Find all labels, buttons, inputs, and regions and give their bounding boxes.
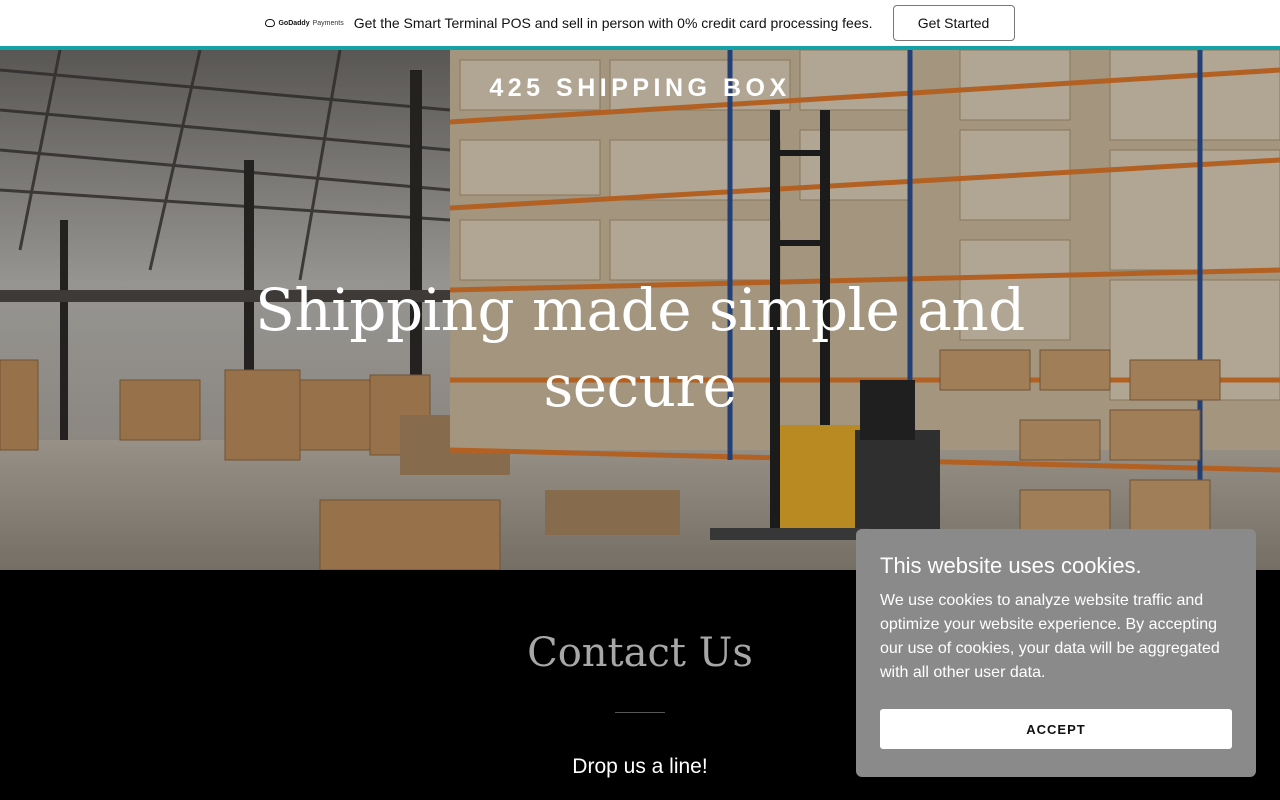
get-started-button[interactable]: Get Started [892,5,1015,41]
promo-text: Get the Smart Terminal POS and sell in p… [353,15,873,31]
accept-cookies-button[interactable]: ACCEPT [880,709,1232,749]
cookie-body: We use cookies to analyze website traffi… [880,592,1220,681]
godaddy-payments-logo: GoDaddy Payments [265,19,344,27]
hero-heading: Shipping made simple and secure [255,276,1025,420]
hero-section: 425 SHIPPING BOX Shipping made simple an… [0,50,1280,570]
promo-bar: GoDaddy Payments Get the Smart Terminal P… [0,0,1280,46]
section-divider [615,712,665,713]
cookie-banner: This website uses cookies. We use cookie… [856,529,1256,777]
site-title[interactable]: 425 SHIPPING BOX [0,74,1280,103]
godaddy-icon [265,19,276,27]
cookie-title: This website uses cookies. [880,553,1142,578]
